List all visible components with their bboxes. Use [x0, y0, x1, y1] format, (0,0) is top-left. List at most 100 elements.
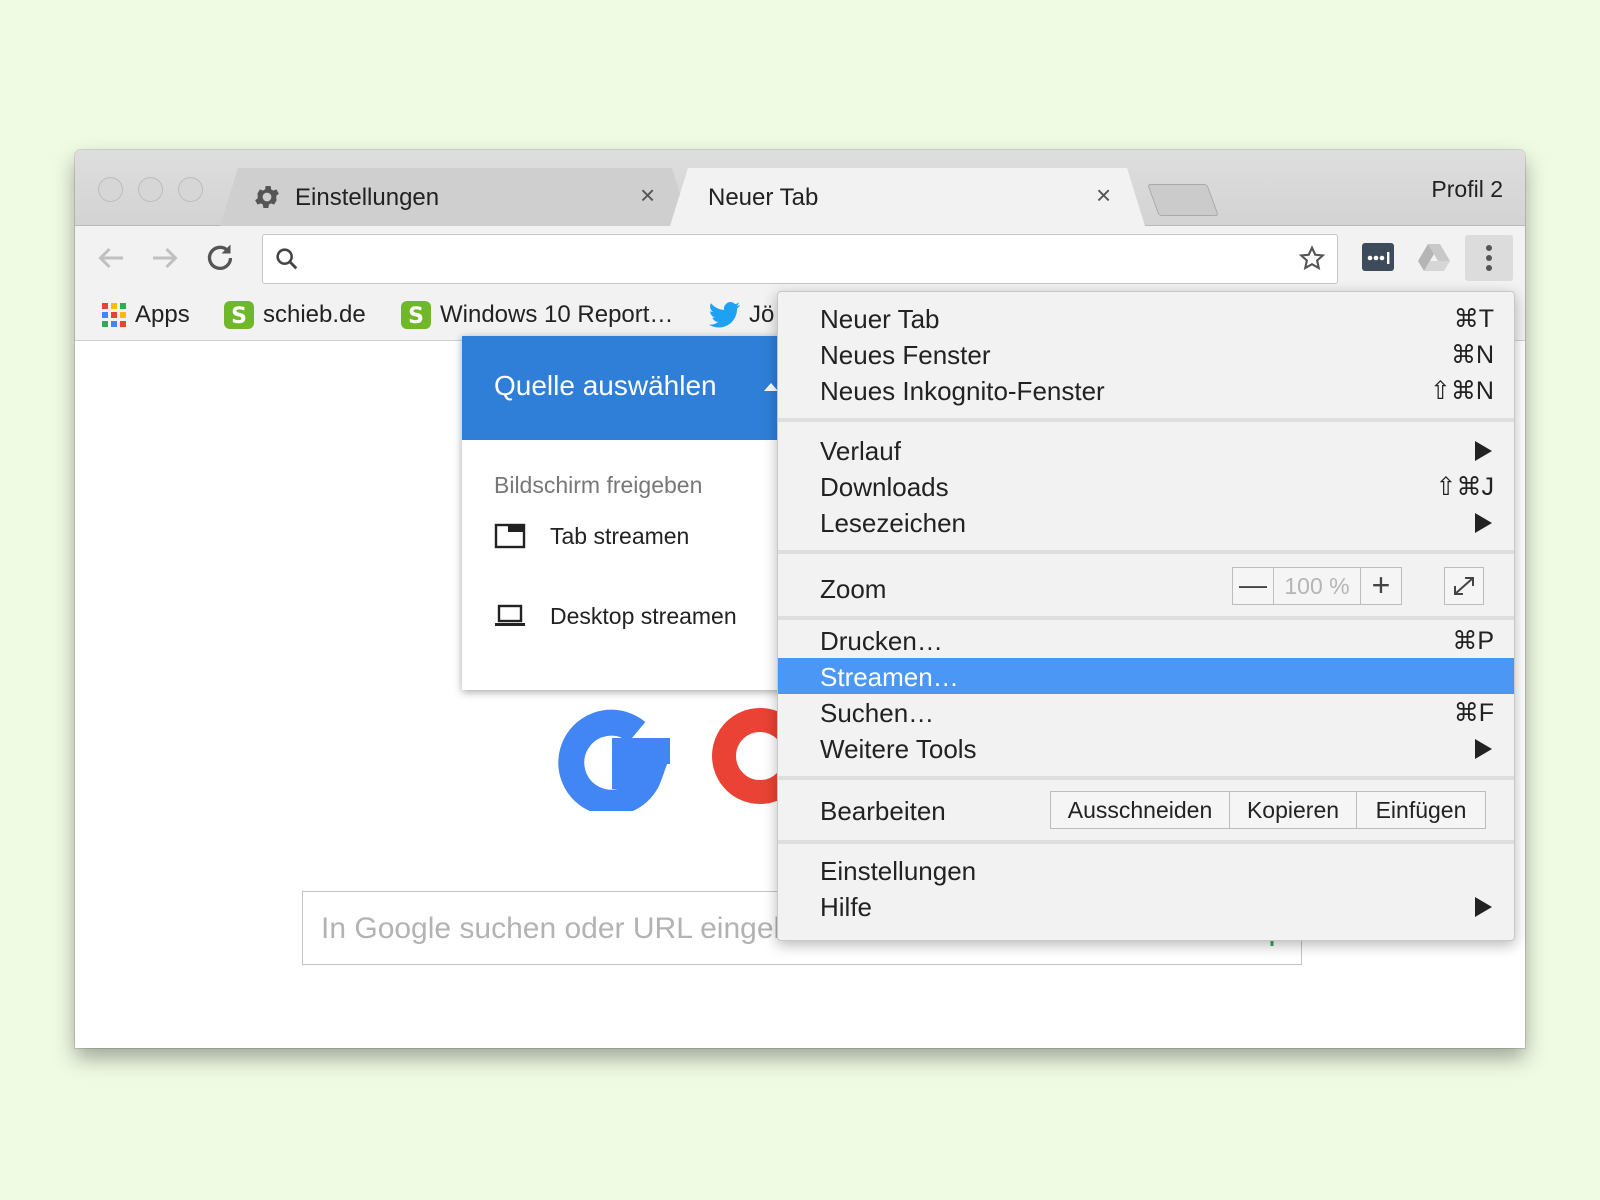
- menu-item-shortcut: ⌘N: [1450, 341, 1494, 369]
- menu-separator: [778, 418, 1514, 422]
- cast-dialog-title: Quelle auswählen: [494, 370, 717, 401]
- menu-item-label: Downloads: [820, 472, 949, 502]
- bookmark-windows-10-report[interactable]: S Windows 10 Report…: [400, 298, 673, 332]
- menu-item-help[interactable]: Hilfe: [778, 888, 1514, 924]
- tab-label: Einstellungen: [295, 184, 440, 211]
- bookmark-twitter[interactable]: Jö: [709, 298, 774, 332]
- submenu-arrow-icon: [1475, 513, 1492, 533]
- search-icon: [276, 248, 298, 270]
- menu-item-zoom: Zoom — 100 % +: [778, 564, 1514, 608]
- back-icon[interactable]: [93, 240, 129, 276]
- title-bar: Einstellungen × Neuer Tab × Profil 2: [75, 150, 1525, 226]
- address-bar[interactable]: [262, 234, 1338, 284]
- cut-button[interactable]: Ausschneiden: [1051, 792, 1229, 828]
- submenu-arrow-icon: [1475, 739, 1492, 759]
- bookmark-apps[interactable]: Apps: [101, 298, 190, 332]
- menu-separator: [778, 776, 1514, 780]
- svg-text:S: S: [231, 304, 247, 329]
- menu-item-shortcut: ⌘F: [1453, 699, 1494, 727]
- menu-item-shortcut: ⌘T: [1453, 305, 1494, 333]
- menu-item-label: Einstellungen: [820, 856, 977, 886]
- tab-label: Neuer Tab: [708, 184, 819, 211]
- menu-item-label: Zoom: [820, 574, 887, 604]
- cast-source-dialog: Quelle auswählen Bildschirm freigeben Ta…: [462, 336, 792, 690]
- lastpass-extension-icon[interactable]: [1361, 240, 1395, 274]
- fullscreen-button[interactable]: [1444, 567, 1484, 605]
- bookmark-label: Jö: [749, 301, 775, 328]
- more-vertical-icon: [1486, 245, 1492, 271]
- menu-separator: [778, 550, 1514, 554]
- menu-item-label: Hilfe: [820, 892, 873, 922]
- toolbar: [75, 226, 1525, 290]
- drive-extension-icon[interactable]: [1417, 240, 1451, 274]
- tab-einstellungen[interactable]: Einstellungen ×: [220, 168, 690, 226]
- menu-item-label: Bearbeiten: [820, 796, 946, 826]
- forward-icon[interactable]: [147, 240, 183, 276]
- menu-item-downloads[interactable]: Downloads ⇧⌘J: [778, 468, 1514, 504]
- menu-item-more-tools[interactable]: Weitere Tools: [778, 730, 1514, 766]
- menu-item-find[interactable]: Suchen… ⌘F: [778, 694, 1514, 730]
- reload-icon[interactable]: [202, 240, 238, 276]
- edit-button-group: Ausschneiden Kopieren Einfügen: [1050, 791, 1486, 829]
- close-tab-icon[interactable]: ×: [1096, 180, 1111, 211]
- menu-item-label: Drucken…: [820, 626, 943, 656]
- bookmark-label: Apps: [135, 301, 190, 328]
- menu-item-label: Neues Inkognito-Fenster: [820, 376, 1105, 406]
- menu-item-new-incognito-window[interactable]: Neues Inkognito-Fenster ⇧⌘N: [778, 372, 1514, 408]
- menu-separator: [778, 616, 1514, 620]
- tab-icon: [494, 523, 526, 549]
- menu-item-new-tab[interactable]: Neuer Tab ⌘T: [778, 300, 1514, 336]
- paste-button[interactable]: Einfügen: [1356, 792, 1485, 828]
- chrome-main-menu: Neuer Tab ⌘T Neues Fenster ⌘N Neues Inko…: [777, 291, 1515, 941]
- cast-section-heading: Bildschirm freigeben: [494, 472, 703, 498]
- bookmark-schieb[interactable]: S schieb.de: [223, 298, 366, 332]
- zoom-level: 100 %: [1284, 573, 1350, 599]
- submenu-arrow-icon: [1475, 897, 1492, 917]
- svg-text:S: S: [408, 304, 424, 329]
- menu-item-label: Weitere Tools: [820, 734, 977, 764]
- menu-item-bookmarks[interactable]: Lesezeichen: [778, 504, 1514, 540]
- twitter-icon: [709, 302, 740, 328]
- close-tab-icon[interactable]: ×: [640, 180, 655, 211]
- menu-item-label: Suchen…: [820, 698, 935, 728]
- schieb-icon: S: [224, 301, 254, 329]
- menu-item-shortcut: ⌘P: [1452, 627, 1494, 655]
- zoom-control: — 100 % +: [1232, 567, 1402, 605]
- zoom-out-button[interactable]: —: [1233, 568, 1274, 604]
- zoom-in-button[interactable]: +: [1360, 568, 1401, 604]
- menu-item-edit: Bearbeiten Ausschneiden Kopieren Einfüge…: [778, 788, 1514, 832]
- bookmark-label: Windows 10 Report…: [440, 301, 674, 328]
- menu-item-label: Streamen…: [820, 662, 959, 692]
- menu-item-print[interactable]: Drucken… ⌘P: [778, 622, 1514, 658]
- zoom-window-button[interactable]: [178, 177, 203, 202]
- menu-item-settings[interactable]: Einstellungen: [778, 852, 1514, 888]
- new-tab-button[interactable]: [1147, 184, 1219, 216]
- menu-item-history[interactable]: Verlauf: [778, 432, 1514, 468]
- schieb-icon: S: [401, 301, 431, 329]
- minimize-window-button[interactable]: [138, 177, 163, 202]
- star-icon[interactable]: [1297, 244, 1327, 274]
- menu-item-shortcut: ⇧⌘N: [1429, 377, 1494, 405]
- cast-dialog-header[interactable]: Quelle auswählen: [462, 336, 792, 440]
- menu-item-new-window[interactable]: Neues Fenster ⌘N: [778, 336, 1514, 372]
- submenu-arrow-icon: [1475, 441, 1492, 461]
- fullscreen-icon: [1454, 577, 1474, 595]
- menu-item-label: Neues Fenster: [820, 340, 991, 370]
- copy-button[interactable]: Kopieren: [1229, 792, 1356, 828]
- menu-item-shortcut: ⇧⌘J: [1435, 473, 1494, 501]
- apps-grid-icon: [102, 303, 126, 327]
- tab-neuer-tab[interactable]: Neuer Tab ×: [670, 168, 1145, 226]
- cast-tab-option[interactable]: Tab streamen: [494, 516, 689, 556]
- search-placeholder: In Google suchen oder URL eingeben: [321, 912, 824, 945]
- chrome-menu-button[interactable]: [1465, 235, 1513, 281]
- menu-item-label: Lesezeichen: [820, 508, 966, 538]
- menu-separator: [778, 840, 1514, 844]
- cast-option-label: Tab streamen: [550, 522, 690, 549]
- gear-icon: [255, 186, 279, 208]
- cast-desktop-option[interactable]: Desktop streamen: [494, 596, 737, 636]
- close-window-button[interactable]: [98, 177, 123, 202]
- menu-item-cast[interactable]: Streamen…: [778, 658, 1514, 694]
- menu-item-label: Neuer Tab: [820, 304, 940, 334]
- laptop-icon: [495, 604, 525, 626]
- profile-name[interactable]: Profil 2: [1431, 176, 1503, 203]
